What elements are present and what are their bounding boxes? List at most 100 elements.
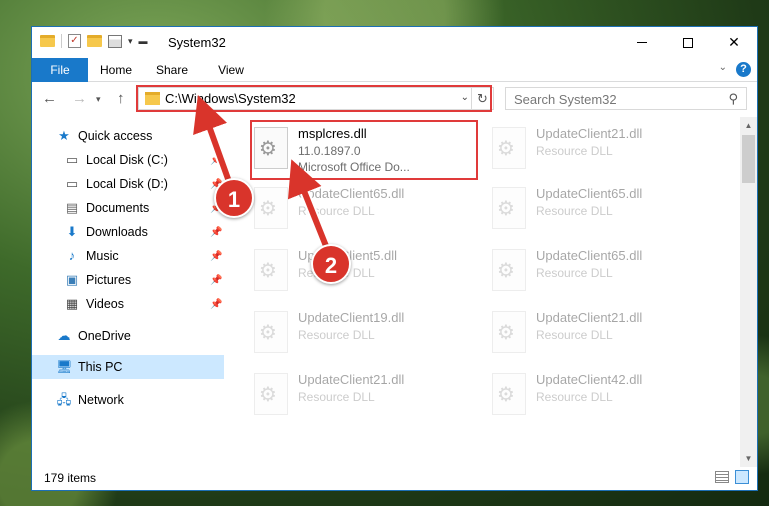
file-type: Resource DLL: [536, 204, 613, 218]
file-type: Resource DLL: [536, 328, 613, 342]
sidebar-item-local-disk-d[interactable]: ▭ Local Disk (D:): [64, 173, 168, 195]
sidebar-item-onedrive[interactable]: ☁ OneDrive: [56, 325, 131, 347]
sidebar-item-network[interactable]: 🖧 Network: [56, 389, 124, 411]
dll-file-icon: [254, 373, 288, 415]
file-type: Resource DLL: [298, 390, 375, 404]
sidebar-item-label: This PC: [78, 360, 123, 374]
file-tile[interactable]: UpdateClient19.dll Resource DLL: [232, 305, 462, 363]
cloud-icon: ☁: [57, 328, 71, 343]
drive-icon: ▭: [65, 152, 79, 167]
pin-icon[interactable]: 📌: [210, 275, 222, 286]
star-icon: ★: [58, 128, 70, 143]
folder-icon: [40, 35, 55, 47]
file-list: msplcres.dll 11.0.1897.0 Microsoft Offic…: [232, 117, 742, 467]
file-type: Resource DLL: [536, 266, 613, 280]
recent-locations-icon[interactable]: ▾: [96, 94, 101, 105]
tab-file[interactable]: File: [32, 58, 88, 82]
search-placeholder: Search System32: [514, 92, 617, 107]
minimize-button[interactable]: [619, 27, 665, 58]
status-bar: 179 items: [32, 466, 757, 490]
close-button[interactable]: ✕: [711, 27, 757, 58]
quick-access-toolbar: ✓ ▾ ▬: [40, 34, 148, 48]
minimize-icon: [637, 42, 647, 43]
file-type: Resource DLL: [536, 144, 613, 158]
sidebar-item-label: Network: [78, 393, 124, 407]
file-tile[interactable]: UpdateClient65.dll Resource DLL: [470, 181, 700, 239]
chevron-down-icon[interactable]: ▾: [128, 36, 133, 47]
sidebar-item-label: OneDrive: [78, 329, 131, 343]
tab-view[interactable]: View: [200, 58, 262, 82]
large-icons-view-icon[interactable]: [735, 470, 749, 484]
sidebar-item-label: Local Disk (D:): [86, 177, 168, 191]
file-type: Resource DLL: [536, 390, 613, 404]
toolbar-divider: [61, 34, 62, 48]
view-properties-icon[interactable]: [108, 34, 122, 48]
sidebar-item-label: Local Disk (C:): [86, 153, 168, 167]
file-name: UpdateClient21.dll: [298, 372, 405, 387]
back-arrow-icon[interactable]: ←: [42, 90, 57, 107]
sidebar-item-documents[interactable]: ▤ Documents: [64, 197, 149, 219]
maximize-button[interactable]: [665, 27, 711, 58]
scroll-down-icon[interactable]: ▼: [740, 450, 757, 467]
file-name: UpdateClient65.dll: [536, 186, 643, 201]
file-tile[interactable]: UpdateClient65.dll Resource DLL: [232, 181, 462, 239]
file-name: UpdateClient21.dll: [536, 310, 643, 325]
expand-ribbon-icon[interactable]: ⌄: [719, 62, 727, 73]
file-explorer-window: ✓ ▾ ▬ System32 ✕ File Home Share View ⌄ …: [31, 26, 758, 491]
help-icon[interactable]: ?: [736, 62, 751, 77]
pin-icon[interactable]: 📌: [210, 155, 222, 166]
dll-file-icon: [492, 127, 526, 169]
dll-file-icon: [492, 187, 526, 229]
computer-icon: 🖥: [56, 359, 73, 374]
search-icon[interactable]: ⚲: [728, 91, 738, 107]
vertical-scrollbar[interactable]: ▲ ▼: [740, 117, 757, 467]
file-type: Resource DLL: [298, 328, 375, 342]
sidebar-item-quick-access[interactable]: ★ Quick access: [56, 125, 152, 147]
customize-toolbar-icon[interactable]: ▬: [139, 36, 148, 46]
step-two-badge: 2: [311, 244, 351, 284]
dll-file-icon: [254, 311, 288, 353]
new-folder-icon[interactable]: [87, 35, 102, 47]
pin-icon[interactable]: 📌: [210, 251, 222, 262]
sidebar-item-label: Music: [86, 249, 119, 263]
file-tile[interactable]: UpdateClient21.dll Resource DLL: [470, 121, 700, 179]
scroll-up-icon[interactable]: ▲: [740, 117, 757, 134]
search-input[interactable]: Search System32 ⚲: [505, 87, 747, 110]
tab-home[interactable]: Home: [88, 58, 144, 82]
sidebar-item-downloads[interactable]: ⬇ Downloads: [64, 221, 148, 243]
details-view-icon[interactable]: [715, 471, 729, 483]
pin-icon[interactable]: 📌: [210, 299, 222, 310]
tab-share[interactable]: Share: [144, 58, 200, 82]
file-name: UpdateClient19.dll: [298, 310, 405, 325]
sidebar-item-pictures[interactable]: ▣ Pictures: [64, 269, 131, 291]
close-icon: ✕: [728, 34, 740, 50]
sidebar-item-local-disk-c[interactable]: ▭ Local Disk (C:): [64, 149, 168, 171]
music-icon: ♪: [68, 248, 76, 263]
file-tile[interactable]: UpdateClient42.dll Resource DLL: [470, 367, 700, 425]
dll-file-icon: [254, 187, 288, 229]
maximize-icon: [683, 37, 693, 48]
pin-icon[interactable]: 📌: [210, 227, 222, 238]
forward-arrow-icon[interactable]: →: [72, 90, 87, 107]
file-name: UpdateClient21.dll: [536, 126, 643, 141]
file-tile[interactable]: UpdateClient21.dll Resource DLL: [232, 367, 462, 425]
file-tile[interactable]: UpdateClient21.dll Resource DLL: [470, 305, 700, 363]
up-arrow-icon[interactable]: ↑: [117, 90, 125, 107]
file-name: UpdateClient65.dll: [536, 248, 643, 263]
sidebar-item-music[interactable]: ♪ Music: [64, 245, 119, 267]
sidebar-item-label: Documents: [86, 201, 150, 215]
file-name: UpdateClient65.dll: [298, 186, 405, 201]
file-tile[interactable]: UpdateClient65.dll Resource DLL: [470, 243, 700, 301]
scrollbar-thumb[interactable]: [742, 135, 755, 183]
sidebar-item-videos[interactable]: ▦ Videos: [64, 293, 124, 315]
address-bar-highlight: [136, 85, 492, 112]
sidebar-item-label: Pictures: [86, 273, 132, 287]
sidebar-item-label: Videos: [86, 297, 124, 311]
step-one-badge: 1: [214, 178, 254, 218]
network-icon: 🖧: [56, 392, 72, 407]
sidebar-item-this-pc[interactable]: 🖥 This PC: [56, 356, 122, 378]
sidebar-item-label: Quick access: [78, 129, 153, 143]
properties-check-icon[interactable]: ✓: [68, 34, 81, 48]
sidebar-item-label: Downloads: [86, 225, 148, 239]
address-row: ← → ▾ ↑ C:\Windows\System32 ⌄ ↻ Search S…: [32, 83, 757, 115]
